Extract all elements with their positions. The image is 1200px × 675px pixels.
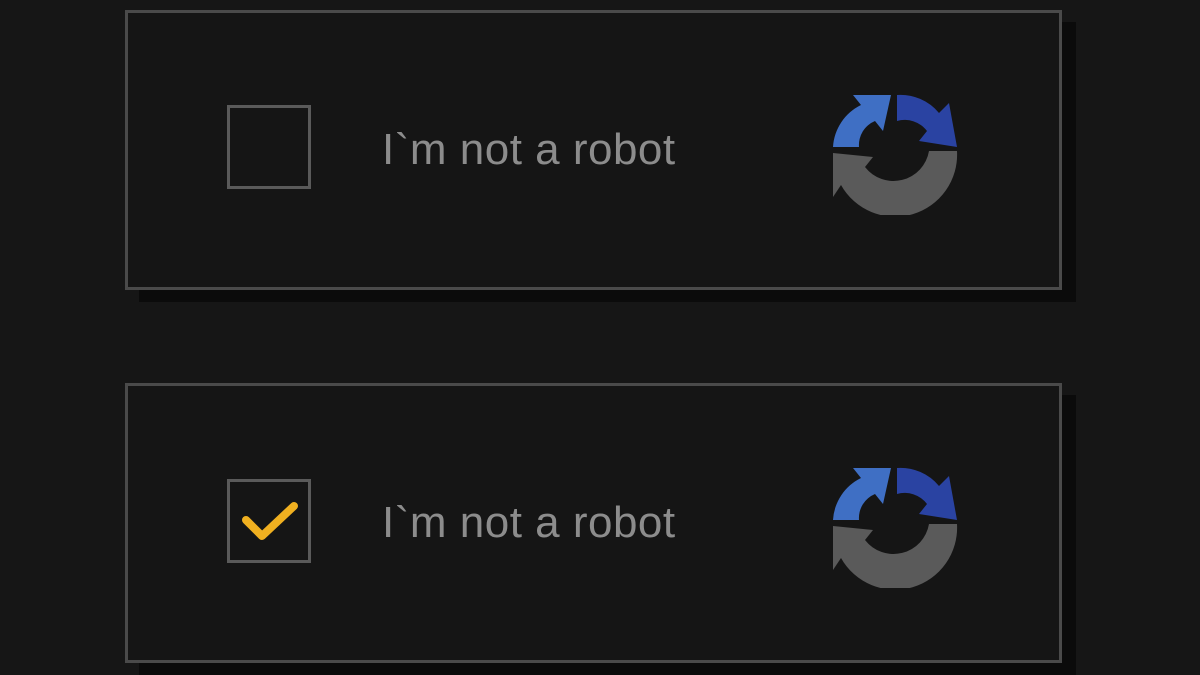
- checkmark-icon: [242, 502, 298, 540]
- recaptcha-icon: [833, 94, 958, 215]
- captcha-widget-unchecked: I`m not a robot: [125, 10, 1062, 290]
- captcha-label: I`m not a robot: [382, 125, 676, 174]
- robot-checkbox-checked[interactable]: [227, 479, 311, 563]
- robot-checkbox[interactable]: [227, 105, 311, 189]
- captcha-widget-checked: I`m not a robot: [125, 383, 1062, 663]
- recaptcha-icon: [833, 467, 958, 588]
- captcha-label: I`m not a robot: [382, 498, 676, 547]
- captcha-stage: I`m not a robot I`m not a robot: [0, 0, 1200, 675]
